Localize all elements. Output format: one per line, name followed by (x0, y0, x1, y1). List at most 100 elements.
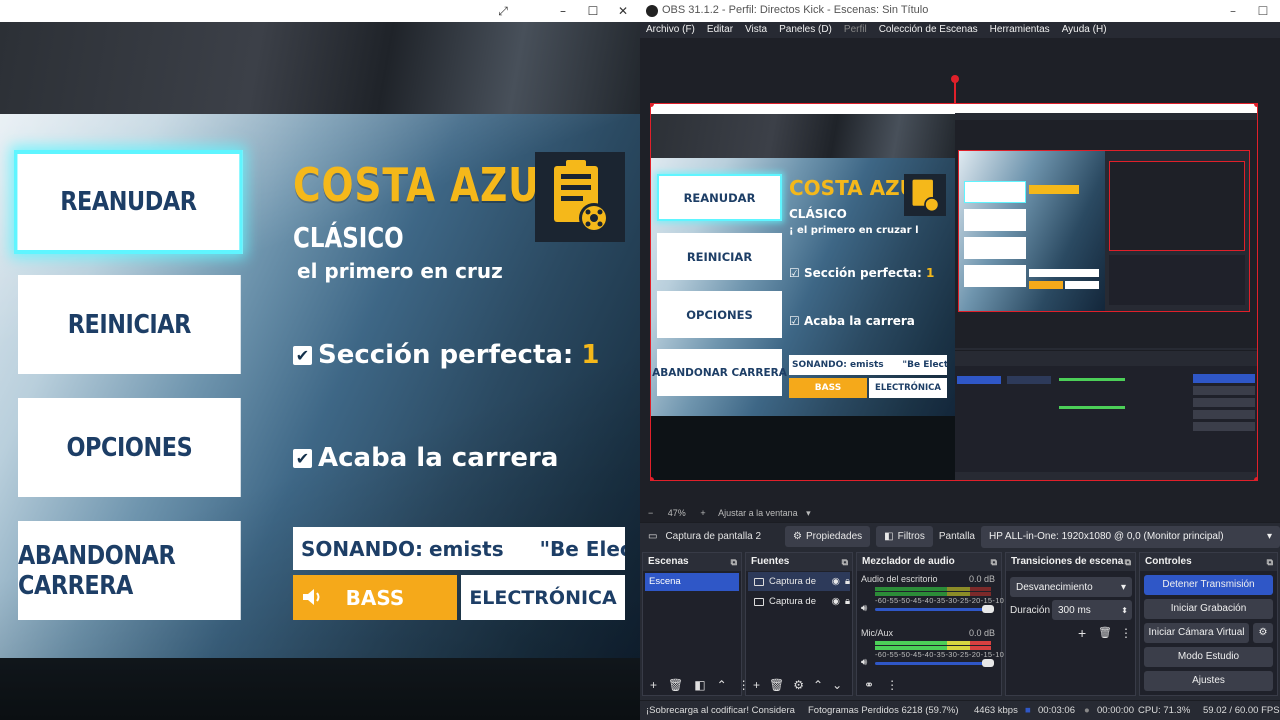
menu-edit[interactable]: Editar (707, 22, 733, 38)
add-icon[interactable]: + (650, 678, 657, 692)
minimize-button[interactable]: – (548, 0, 578, 22)
controls-title: Controles (1145, 556, 1192, 567)
encoder-warning: ¡Sobrecarga al codificar! Considera baja (646, 705, 798, 716)
zoom-level: 47% (667, 508, 686, 518)
volume-slider[interactable] (875, 605, 994, 613)
speaker-icon[interactable]: 🔊︎ (861, 603, 867, 614)
race-description: el primero en cruzar la (297, 259, 502, 283)
duration-label: Duración (1010, 605, 1051, 616)
dock-undock-icon[interactable]: ⧉ (991, 553, 997, 571)
menubar: Archivo (F) Editar Vista Paneles (D) Per… (640, 22, 1280, 38)
source-item[interactable]: Captura de ◉ 🔒︎ (748, 592, 850, 611)
display-select[interactable]: HP ALL-in-One: 1920x1080 @ 0,0 (Monitor … (980, 525, 1280, 548)
dock-undock-icon[interactable]: ⧉ (842, 553, 848, 571)
menu-view[interactable]: Vista (745, 22, 767, 38)
close-button[interactable]: ✕ (608, 0, 638, 22)
properties-button[interactable]: ⚙ Propiedades (785, 526, 871, 547)
preview-objective-1: ☑ Sección perfecta: 1 (789, 266, 935, 280)
menu-help[interactable]: Ayuda (H) (1062, 22, 1107, 38)
preview-menu-item: REINICIAR (657, 233, 782, 280)
preview-canvas[interactable]: REANUDAR REINICIAR OPCIONES ABANDONAR CA… (650, 103, 1258, 481)
preview-menu-item: OPCIONES (657, 291, 782, 338)
trash-icon[interactable]: 🗑 (668, 678, 683, 692)
preview-area[interactable]: REANUDAR REINICIAR OPCIONES ABANDONAR CA… (640, 38, 1280, 504)
studio-mode-button[interactable]: Modo Estudio (1144, 647, 1273, 667)
menu-restart-button[interactable]: REINICIAR (18, 275, 241, 374)
zoom-fit[interactable]: Ajustar a la ventana (718, 508, 798, 518)
chevron-down-icon[interactable]: ⌄ (832, 678, 842, 692)
context-source-name: Captura de pantalla 2 (665, 531, 762, 542)
chevron-down-icon[interactable]: ▾ (806, 508, 811, 518)
gear-icon: ⚙ (793, 531, 802, 542)
speaker-icon[interactable]: 🔊︎ (861, 657, 867, 668)
menu-scene-collection[interactable]: Colección de Escenas (879, 22, 978, 38)
menu-tools[interactable]: Herramientas (990, 22, 1050, 38)
more-icon[interactable]: ⋮ (886, 678, 898, 692)
genre-electronic-button[interactable]: ELECTRÓNICA (461, 575, 625, 620)
chevron-up-icon[interactable]: ⌃ (813, 678, 823, 692)
level-meter (875, 641, 991, 645)
menu-quit-race-button[interactable]: ABANDONAR CARRERA (18, 521, 241, 620)
transition-select[interactable]: Desvanecimiento ▾ (1010, 577, 1132, 597)
filters-button[interactable]: ◧ Filtros (876, 526, 933, 547)
dock-undock-icon[interactable]: ⧉ (1267, 553, 1273, 571)
menu-file[interactable]: Archivo (F) (646, 22, 695, 38)
game-background-bottom (0, 658, 640, 720)
resize-icon[interactable]: ⤢ (488, 0, 518, 22)
duration-input[interactable]: 300 ms ⬍ (1052, 600, 1132, 620)
controls-dock: Controles ⧉ Detener Transmisión Iniciar G… (1139, 552, 1278, 696)
race-mode: CLÁSICO (293, 221, 404, 254)
display-label: Pantalla (938, 531, 975, 542)
record-icon: ● (1084, 705, 1090, 716)
trash-icon[interactable]: 🗑 (1098, 626, 1112, 639)
start-virtual-camera-button[interactable]: Iniciar Cámara Virtual (1144, 623, 1249, 643)
start-recording-button[interactable]: Iniciar Grabación (1144, 599, 1273, 619)
game-background-top (0, 22, 640, 114)
zoom-out-button[interactable]: − (648, 508, 653, 518)
preview-clipboard-icon (904, 174, 946, 216)
menu-profile[interactable]: Perfil (844, 22, 867, 38)
menu-options-button[interactable]: OPCIONES (18, 398, 241, 497)
record-time: 00:00:00 (1097, 705, 1134, 716)
settings-button[interactable]: Ajustes (1144, 671, 1273, 691)
resize-handle[interactable] (1254, 104, 1257, 107)
transitions-title: Transiciones de escena (1011, 556, 1124, 567)
add-icon[interactable]: + (753, 678, 760, 692)
menu-resume-button[interactable]: REANUDAR (14, 150, 243, 254)
gear-icon[interactable]: ⚙ (793, 678, 804, 692)
stop-stream-button[interactable]: Detener Transmisión (1144, 575, 1273, 595)
filter-icon[interactable]: ◧ (694, 678, 705, 692)
resize-handle[interactable] (651, 477, 654, 480)
spinner-icon[interactable]: ⬍ (1121, 606, 1128, 615)
eye-icon[interactable]: ◉ (832, 576, 840, 587)
bass-button[interactable]: BASS (293, 575, 457, 620)
window-title: OBS 31.1.2 - Perfil: Directos Kick - Esc… (662, 4, 929, 16)
link-icon[interactable]: ⚭ (864, 678, 874, 692)
chevron-up-icon[interactable]: ⌃ (717, 678, 727, 692)
source-item[interactable]: Captura de ◉ 🔒︎ (748, 572, 850, 591)
objective-finish-race: ✔ Acaba la carrera (293, 443, 558, 473)
volume-slider[interactable] (875, 659, 994, 667)
cpu-usage: CPU: 71.3% (1138, 705, 1191, 716)
add-icon[interactable]: + (1078, 625, 1086, 641)
scene-item[interactable]: Escena (645, 573, 739, 591)
check-icon: ✔ (293, 345, 312, 365)
dock-undock-icon[interactable]: ⧉ (731, 553, 737, 571)
lock-icon[interactable]: 🔒︎ (845, 576, 850, 587)
trash-icon[interactable]: 🗑 (769, 678, 784, 692)
dock-undock-icon[interactable]: ⧉ (1125, 553, 1131, 571)
minimize-button[interactable]: – (1218, 0, 1248, 22)
rotate-handle[interactable] (951, 75, 959, 83)
clipboard-ball-icon (535, 152, 625, 242)
preview-bass: BASS (789, 378, 867, 398)
maximize-button[interactable]: ☐ (1248, 0, 1278, 22)
lock-icon[interactable]: 🔒︎ (845, 596, 850, 607)
maximize-button[interactable]: ☐ (578, 0, 608, 22)
resize-handle[interactable] (1254, 477, 1257, 480)
more-icon[interactable]: ⋮ (1120, 626, 1132, 640)
gear-icon[interactable]: ⚙ (1253, 623, 1273, 643)
monitor-icon (754, 597, 764, 606)
menu-docks[interactable]: Paneles (D) (779, 22, 832, 38)
zoom-in-button[interactable]: + (700, 508, 705, 518)
eye-icon[interactable]: ◉ (832, 596, 840, 607)
